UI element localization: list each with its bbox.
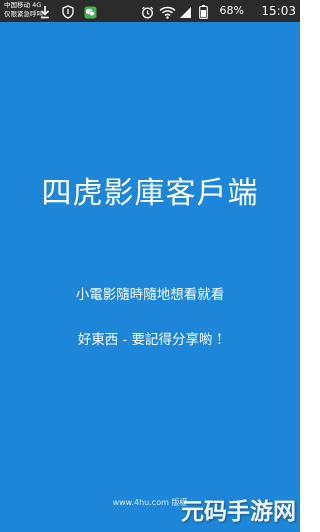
wifi-icon bbox=[159, 4, 176, 23]
clock: 15:03 bbox=[261, 4, 296, 18]
watermark-text: 元码手游网 bbox=[181, 499, 296, 525]
slogan-primary: 小電影隨時隨地想看就看 bbox=[75, 287, 225, 303]
status-bar: 中国移动 4G 仅限紧急呼叫 68% 15:03 bbox=[0, 0, 300, 22]
signal-icon bbox=[179, 4, 192, 23]
slogan-secondary: 好東西 - 要記得分享喲 ! bbox=[77, 332, 223, 348]
carrier-info: 中国移动 4G 仅限紧急呼叫 bbox=[4, 1, 43, 19]
download-icon bbox=[40, 4, 50, 23]
wechat-icon bbox=[84, 4, 97, 23]
splash-screen[interactable]: 四虎影庫客戶端 小電影隨時隨地想看就看 好東西 - 要記得分享喲 ! www.4… bbox=[0, 22, 300, 532]
carrier-status: 仅限紧急呼叫 bbox=[4, 10, 43, 18]
alarm-icon bbox=[141, 4, 154, 23]
carrier-name: 中国移动 4G bbox=[4, 1, 42, 9]
watermark-logo: 元码手游网 bbox=[172, 493, 296, 529]
battery-icon bbox=[199, 4, 208, 23]
app-title: 四虎影庫客戶端 bbox=[41, 176, 259, 211]
battery-percent: 68% bbox=[219, 4, 244, 17]
shield-icon bbox=[62, 4, 74, 23]
